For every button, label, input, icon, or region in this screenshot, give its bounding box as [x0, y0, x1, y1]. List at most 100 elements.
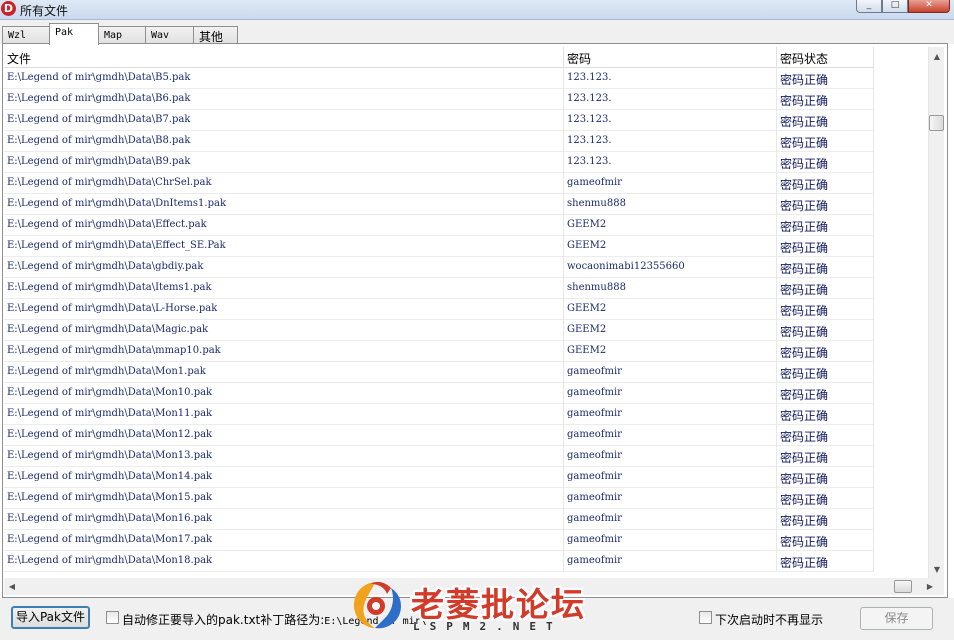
file-path-cell: E:\Legend of mir\gmdh\Data\Mon18.pak [4, 551, 564, 572]
save-button[interactable]: 保存 [860, 607, 933, 630]
password-cell: 123.123. [564, 152, 777, 173]
table-row[interactable]: E:\Legend of mir\gmdh\Data\B5.pak 123.123… [4, 68, 874, 89]
file-path-cell: E:\Legend of mir\gmdh\Data\DnItems1.pak [4, 194, 564, 215]
table-row[interactable]: E:\Legend of mir\gmdh\Data\Mon10.pak game… [4, 383, 874, 404]
table-row[interactable]: E:\Legend of mir\gmdh\Data\B7.pak 123.123… [4, 110, 874, 131]
table-row[interactable]: E:\Legend of mir\gmdh\Data\Effect_SE.Pak… [4, 236, 874, 257]
close-button[interactable]: ✕ [908, 0, 950, 13]
table-row[interactable]: E:\Legend of mir\gmdh\Data\Magic.pak GEEM… [4, 320, 874, 341]
password-cell: GEEM2 [564, 215, 777, 236]
password-cell: gameofmir [564, 530, 777, 551]
file-path-cell: E:\Legend of mir\gmdh\Data\Mon17.pak [4, 530, 564, 551]
minimize-button[interactable]: _ [856, 0, 882, 13]
auto-fix-path-checkbox[interactable] [106, 611, 119, 624]
password-cell: gameofmir [564, 362, 777, 383]
horizontal-scroll-thumb[interactable] [894, 580, 912, 593]
import-pak-button[interactable]: 导入Pak文件 [11, 606, 90, 629]
file-grid[interactable]: 文件 密码 密码状态 E:\Legend of mir\gmdh\Data\B5… [4, 47, 928, 577]
scroll-right-icon[interactable]: ▶ [922, 578, 938, 595]
password-status-cell: 密码正确 [777, 530, 874, 551]
title-bar: D 所有文件 _ □ ✕ [0, 0, 954, 20]
vertical-scrollbar[interactable]: ▲ ▼ [928, 47, 944, 578]
watermark-logo-icon [353, 581, 401, 629]
table-row[interactable]: E:\Legend of mir\gmdh\Data\Mon14.pak game… [4, 467, 874, 488]
column-header-file[interactable]: 文件 [4, 47, 564, 68]
table-row[interactable]: E:\Legend of mir\gmdh\Data\mmap10.pak GEE… [4, 341, 874, 362]
password-cell: gameofmir [564, 383, 777, 404]
table-row[interactable]: E:\Legend of mir\gmdh\Data\Mon15.pak game… [4, 488, 874, 509]
tab-pak[interactable]: Pak [49, 23, 99, 45]
column-header-password[interactable]: 密码 [564, 47, 777, 68]
file-path-cell: E:\Legend of mir\gmdh\Data\B6.pak [4, 89, 564, 110]
grid-rows: E:\Legend of mir\gmdh\Data\B5.pak 123.123… [4, 68, 874, 572]
password-cell: gameofmir [564, 173, 777, 194]
password-cell: GEEM2 [564, 236, 777, 257]
password-cell: gameofmir [564, 404, 777, 425]
file-path-cell: E:\Legend of mir\gmdh\Data\Mon14.pak [4, 467, 564, 488]
tab-wzl[interactable]: Wzl [2, 26, 50, 44]
password-cell: gameofmir [564, 446, 777, 467]
password-cell: 123.123. [564, 89, 777, 110]
file-path-cell: E:\Legend of mir\gmdh\Data\Effect.pak [4, 215, 564, 236]
dont-show-again-checkbox[interactable] [699, 611, 712, 624]
file-path-cell: E:\Legend of mir\gmdh\Data\L-Horse.pak [4, 299, 564, 320]
password-status-cell: 密码正确 [777, 110, 874, 131]
scroll-left-icon[interactable]: ◀ [4, 578, 20, 595]
table-row[interactable]: E:\Legend of mir\gmdh\Data\B6.pak 123.123… [4, 89, 874, 110]
password-cell: 123.123. [564, 68, 777, 89]
file-path-cell: E:\Legend of mir\gmdh\Data\Magic.pak [4, 320, 564, 341]
vertical-scroll-thumb[interactable] [929, 115, 944, 131]
tab-other[interactable]: 其他 [193, 26, 238, 44]
table-row[interactable]: E:\Legend of mir\gmdh\Data\Items1.pak she… [4, 278, 874, 299]
file-path-cell: E:\Legend of mir\gmdh\Data\B9.pak [4, 152, 564, 173]
file-path-cell: E:\Legend of mir\gmdh\Data\ChrSel.pak [4, 173, 564, 194]
password-status-cell: 密码正确 [777, 299, 874, 320]
tab-wav[interactable]: Wav [145, 26, 194, 44]
table-row[interactable]: E:\Legend of mir\gmdh\Data\Mon13.pak game… [4, 446, 874, 467]
window-controls: _ □ ✕ [856, 0, 950, 14]
password-status-cell: 密码正确 [777, 467, 874, 488]
password-status-cell: 密码正确 [777, 362, 874, 383]
file-path-cell: E:\Legend of mir\gmdh\Data\Mon1.pak [4, 362, 564, 383]
dont-show-again-label[interactable]: 下次启动时不再显示 [715, 611, 823, 628]
table-row[interactable]: E:\Legend of mir\gmdh\Data\gbdiy.pak woca… [4, 257, 874, 278]
grid-header: 文件 密码 密码状态 [4, 47, 874, 68]
table-row[interactable]: E:\Legend of mir\gmdh\Data\Mon16.pak game… [4, 509, 874, 530]
table-row[interactable]: E:\Legend of mir\gmdh\Data\B8.pak 123.123… [4, 131, 874, 152]
table-row[interactable]: E:\Legend of mir\gmdh\Data\L-Horse.pak GE… [4, 299, 874, 320]
watermark-main-text: 老菱批论坛 [411, 585, 586, 624]
table-row[interactable]: E:\Legend of mir\gmdh\Data\Effect.pak GEE… [4, 215, 874, 236]
tab-map[interactable]: Map [98, 26, 146, 44]
column-header-password-status[interactable]: 密码状态 [777, 47, 874, 68]
file-path-cell: E:\Legend of mir\gmdh\Data\B8.pak [4, 131, 564, 152]
password-cell: gameofmir [564, 509, 777, 530]
password-status-cell: 密码正确 [777, 488, 874, 509]
table-row[interactable]: E:\Legend of mir\gmdh\Data\DnItems1.pak s… [4, 194, 874, 215]
window-title: 所有文件 [20, 4, 69, 18]
table-row[interactable]: E:\Legend of mir\gmdh\Data\ChrSel.pak gam… [4, 173, 874, 194]
password-cell: shenmu888 [564, 194, 777, 215]
password-status-cell: 密码正确 [777, 446, 874, 467]
maximize-button[interactable]: □ [882, 0, 908, 13]
table-row[interactable]: E:\Legend of mir\gmdh\Data\Mon12.pak game… [4, 425, 874, 446]
password-cell: 123.123. [564, 110, 777, 131]
file-path-cell: E:\Legend of mir\gmdh\Data\Items1.pak [4, 278, 564, 299]
password-status-cell: 密码正确 [777, 257, 874, 278]
password-status-cell: 密码正确 [777, 68, 874, 89]
password-cell: shenmu888 [564, 278, 777, 299]
table-row[interactable]: E:\Legend of mir\gmdh\Data\Mon11.pak game… [4, 404, 874, 425]
password-cell: GEEM2 [564, 341, 777, 362]
file-path-cell: E:\Legend of mir\gmdh\Data\B5.pak [4, 68, 564, 89]
password-cell: gameofmir [564, 551, 777, 572]
table-row[interactable]: E:\Legend of mir\gmdh\Data\Mon1.pak gameo… [4, 362, 874, 383]
table-row[interactable]: E:\Legend of mir\gmdh\Data\Mon18.pak game… [4, 551, 874, 572]
password-status-cell: 密码正确 [777, 236, 874, 257]
table-row[interactable]: E:\Legend of mir\gmdh\Data\Mon17.pak game… [4, 530, 874, 551]
tab-strip: Wzl Pak Map Wav 其他 [0, 20, 954, 45]
file-path-cell: E:\Legend of mir\gmdh\Data\mmap10.pak [4, 341, 564, 362]
password-cell: gameofmir [564, 425, 777, 446]
scroll-down-icon[interactable]: ▼ [929, 562, 945, 578]
table-row[interactable]: E:\Legend of mir\gmdh\Data\B9.pak 123.123… [4, 152, 874, 173]
scroll-up-icon[interactable]: ▲ [929, 49, 945, 65]
file-path-cell: E:\Legend of mir\gmdh\Data\Mon12.pak [4, 425, 564, 446]
